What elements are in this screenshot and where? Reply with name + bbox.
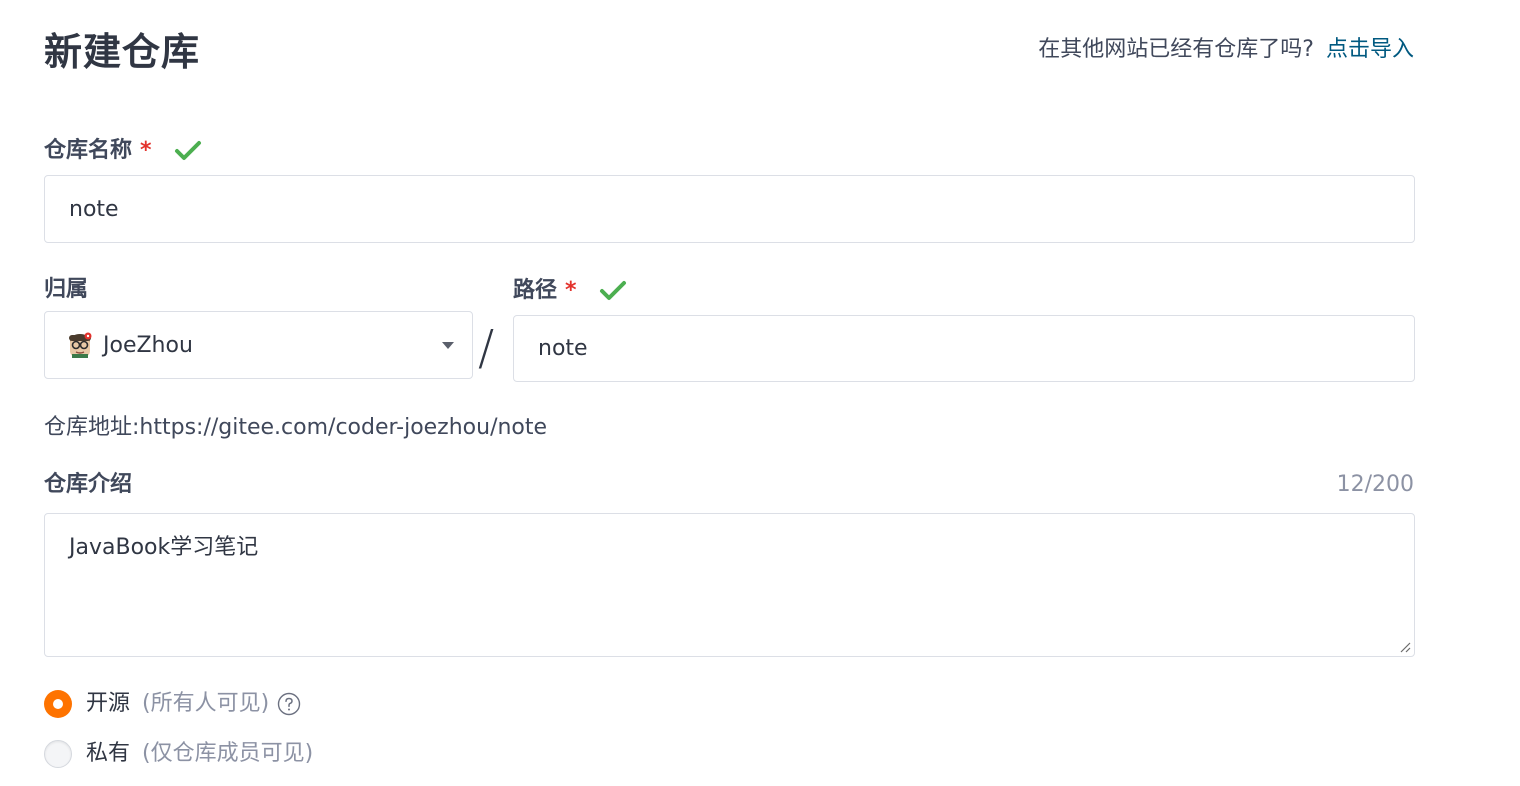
description-textarea[interactable]: JavaBook学习笔记 <box>44 513 1415 657</box>
path-input[interactable]: note <box>513 315 1415 382</box>
owner-label-row: 归属 <box>44 275 88 305</box>
visibility-option-public[interactable]: 开源 (所有人可见) <box>44 688 301 720</box>
required-mark: * <box>565 278 577 303</box>
owner-select[interactable]: JoeZhou <box>44 311 473 379</box>
repo-url-line: 仓库地址:https://gitee.com/coder-joezhou/not… <box>44 412 547 444</box>
check-icon <box>174 141 201 160</box>
visibility-option-label: 开源 <box>86 691 131 716</box>
description-value: JavaBook学习笔记 <box>69 535 259 560</box>
check-icon <box>599 281 626 300</box>
import-link[interactable]: 点击导入 <box>1326 37 1414 62</box>
resize-handle-icon[interactable] <box>1399 641 1411 653</box>
new-repository-page: 新建仓库 在其他网站已经有仓库了吗? 点击导入 仓库名称 * note 归属 Jo… <box>0 0 1520 786</box>
question-circle-icon[interactable] <box>277 692 301 716</box>
owner-selected-value: JoeZhou <box>103 332 193 358</box>
caret-down-icon <box>442 342 454 349</box>
required-mark: * <box>140 138 152 163</box>
visibility-option-private[interactable]: 私有 (仅仓库成员可见) <box>44 738 313 770</box>
import-prompt-text: 在其他网站已经有仓库了吗? <box>1038 37 1314 62</box>
path-value: note <box>538 336 588 361</box>
repo-url-label: 仓库地址: <box>44 415 140 440</box>
repo-name-value: note <box>69 196 119 222</box>
radio-unchecked-icon[interactable] <box>44 740 72 768</box>
path-label: 路径 <box>513 278 558 303</box>
repo-name-input[interactable]: note <box>44 175 1415 243</box>
repo-name-label: 仓库名称 <box>44 138 133 163</box>
page-title: 新建仓库 <box>44 30 201 74</box>
description-char-counter: 12/200 <box>1336 472 1414 497</box>
path-label-row: 路径 * <box>513 276 627 306</box>
repo-name-label-row: 仓库名称 * <box>44 136 202 166</box>
visibility-option-label: 私有 <box>86 741 131 766</box>
repo-url-value: https://gitee.com/coder-joezhou/note <box>139 415 548 440</box>
import-prompt: 在其他网站已经有仓库了吗? 点击导入 <box>1038 34 1414 66</box>
owner-path-separator: / <box>478 320 495 376</box>
radio-checked-icon[interactable] <box>44 690 72 718</box>
description-label: 仓库介绍 <box>44 472 133 497</box>
owner-label: 归属 <box>44 277 89 302</box>
visibility-option-hint: (仅仓库成员可见) <box>142 741 314 766</box>
user-avatar <box>69 332 92 358</box>
visibility-option-hint: (所有人可见) <box>142 691 270 716</box>
description-label-row: 仓库介绍 <box>44 470 132 500</box>
